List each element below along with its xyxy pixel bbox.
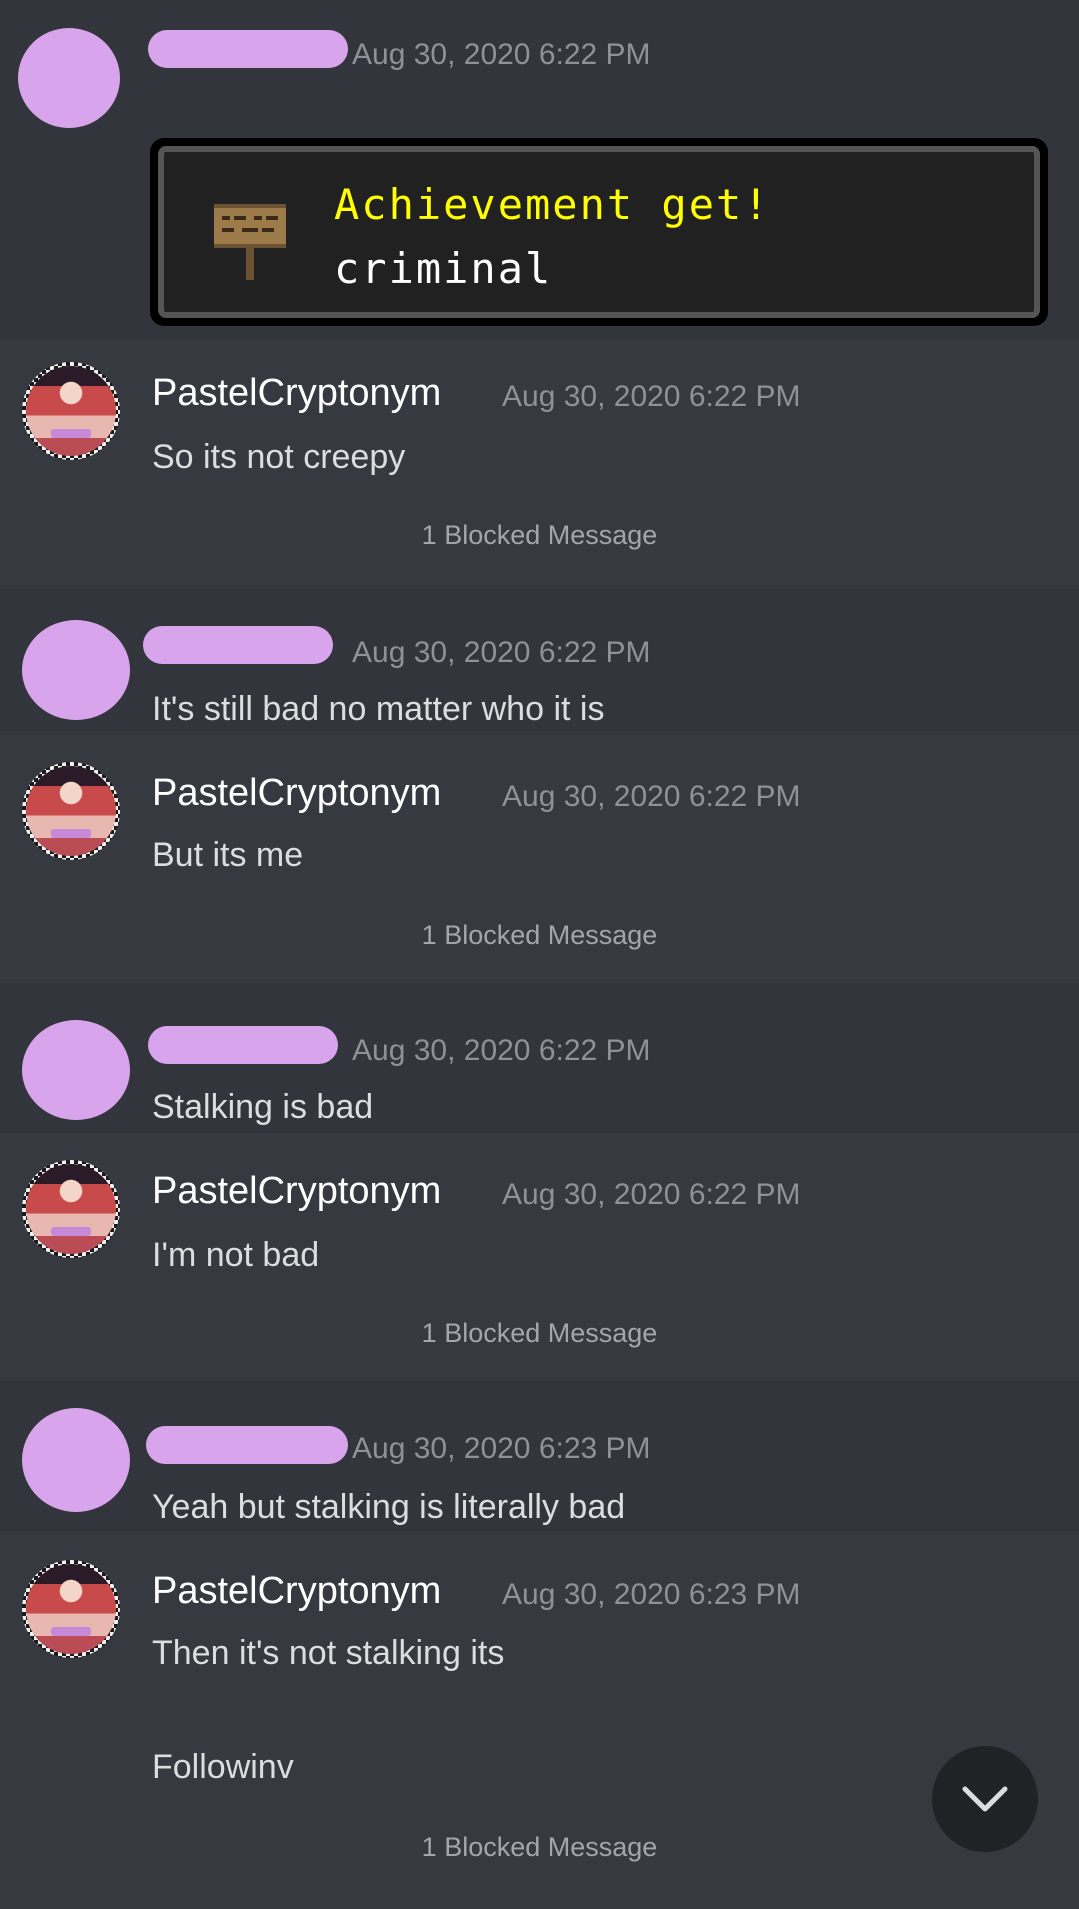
username[interactable]: PastelCryptonym — [152, 1570, 441, 1613]
avatar-redacted[interactable] — [22, 1408, 130, 1512]
timestamp: Aug 30, 2020 6:22 PM — [502, 380, 801, 413]
avatar[interactable] — [22, 762, 120, 860]
username-redacted[interactable] — [148, 1026, 338, 1064]
achievement-image[interactable]: Achievement get! criminal — [150, 138, 1048, 326]
avatar-redacted[interactable] — [22, 1020, 130, 1120]
avatar[interactable] — [22, 362, 120, 460]
blocked-message[interactable]: 1 Blocked Message — [0, 1318, 1079, 1349]
message-text: So its not creepy — [152, 438, 406, 476]
avatar[interactable] — [22, 1560, 120, 1658]
chat-view: Aug 30, 2020 6:22 PM Achievement get! cr… — [0, 0, 1079, 1909]
username-redacted[interactable] — [148, 30, 348, 68]
scroll-to-bottom-button[interactable] — [932, 1746, 1038, 1852]
message-text: But its me — [152, 836, 304, 874]
avatar-redacted[interactable] — [18, 28, 120, 128]
achievement-subtitle: criminal — [334, 244, 553, 293]
message-text-continued: Followinv — [152, 1748, 294, 1786]
blocked-message[interactable]: 1 Blocked Message — [0, 520, 1079, 551]
avatar[interactable] — [22, 1160, 120, 1258]
message-text: It's still bad no matter who it is — [152, 690, 605, 728]
achievement-frame: Achievement get! criminal — [158, 146, 1040, 318]
timestamp: Aug 30, 2020 6:22 PM — [502, 1178, 801, 1211]
timestamp: Aug 30, 2020 6:22 PM — [352, 38, 651, 71]
timestamp: Aug 30, 2020 6:23 PM — [502, 1578, 801, 1611]
timestamp: Aug 30, 2020 6:23 PM — [352, 1432, 651, 1465]
sign-icon — [214, 204, 286, 280]
username[interactable]: PastelCryptonym — [152, 1170, 441, 1213]
timestamp: Aug 30, 2020 6:22 PM — [352, 636, 651, 669]
blocked-message[interactable]: 1 Blocked Message — [0, 920, 1079, 951]
blocked-message[interactable]: 1 Blocked Message — [0, 1832, 1079, 1863]
chevron-down-icon — [962, 1786, 1008, 1812]
timestamp: Aug 30, 2020 6:22 PM — [502, 780, 801, 813]
message-text: Stalking is bad — [152, 1088, 374, 1126]
message-text: Then it's not stalking its — [152, 1634, 505, 1672]
username-redacted[interactable] — [146, 1426, 348, 1464]
username[interactable]: PastelCryptonym — [152, 772, 441, 815]
username[interactable]: PastelCryptonym — [152, 372, 441, 415]
username-redacted[interactable] — [143, 626, 333, 664]
achievement-title: Achievement get! — [334, 180, 771, 229]
timestamp: Aug 30, 2020 6:22 PM — [352, 1034, 651, 1067]
avatar-redacted[interactable] — [22, 620, 130, 720]
message-text: I'm not bad — [152, 1236, 320, 1274]
message-text: Yeah but stalking is literally bad — [152, 1488, 626, 1526]
